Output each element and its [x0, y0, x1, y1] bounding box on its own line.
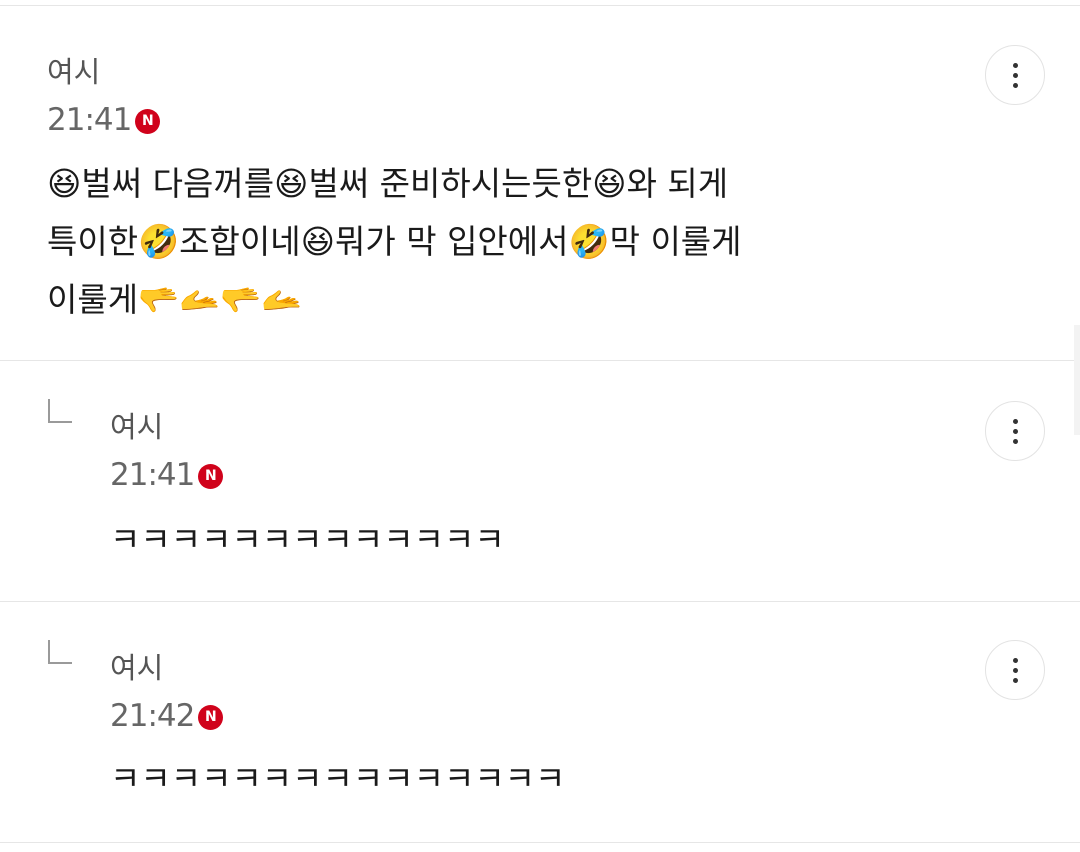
comment-body-line: 😆벌써 다음꺼를😆벌써 준비하시는듯한😆와 되게	[47, 164, 729, 203]
more-vertical-icon	[1012, 62, 1018, 68]
comment-time-row: 21:42 N	[110, 697, 224, 735]
comment-body: ㅋㅋㅋㅋㅋㅋㅋㅋㅋㅋㅋㅋㅋ	[110, 520, 505, 559]
more-vertical-icon-dot	[1012, 72, 1018, 78]
comment-time: 21:41	[47, 102, 132, 138]
comment-author[interactable]: 여시	[110, 650, 163, 686]
more-vertical-icon-dot	[1012, 438, 1018, 444]
more-vertical-icon-dot	[1012, 677, 1018, 683]
comment-time-row: 21:41 N	[47, 101, 161, 139]
reply-comment: 여시 21:42 N ㅋㅋㅋㅋㅋㅋㅋㅋㅋㅋㅋㅋㅋㅋㅋ	[0, 602, 1080, 842]
new-badge: N	[198, 463, 224, 489]
reply-comment: 여시 21:41 N ㅋㅋㅋㅋㅋㅋㅋㅋㅋㅋㅋㅋㅋ	[0, 361, 1080, 601]
more-vertical-icon-dot	[1012, 82, 1018, 88]
comment-time-row: 21:41 N	[110, 456, 224, 494]
comment: 여시 21:41 N 😆벌써 다음꺼를😆벌써 준비하시는듯한😆와 되게 특이한🤣…	[0, 0, 1080, 360]
more-options-button[interactable]	[985, 640, 1045, 700]
more-options-button[interactable]	[985, 401, 1045, 461]
scrollbar[interactable]	[1074, 325, 1080, 435]
reply-arrow-icon	[48, 399, 72, 423]
new-badge: N	[198, 704, 224, 730]
comment-time: 21:41	[110, 457, 195, 493]
comment-body-line: 특이한🤣조합이네😆뭐가 막 입안에서🤣막 이룰게	[47, 222, 742, 261]
comment-body: 😆벌써 다음꺼를😆벌써 준비하시는듯한😆와 되게 특이한🤣조합이네😆뭐가 막 입…	[47, 155, 847, 329]
comment-body-line: 이룰게🫳🫴🫳🫴	[47, 280, 303, 319]
more-vertical-icon-dot	[1012, 667, 1018, 673]
more-vertical-icon	[1012, 657, 1018, 663]
more-options-button[interactable]	[985, 45, 1045, 105]
more-vertical-icon	[1012, 418, 1018, 424]
new-badge: N	[135, 108, 161, 134]
comment-time: 21:42	[110, 698, 195, 734]
comment-author[interactable]: 여시	[47, 54, 100, 90]
comment-body: ㅋㅋㅋㅋㅋㅋㅋㅋㅋㅋㅋㅋㅋㅋㅋ	[110, 759, 566, 798]
comment-author[interactable]: 여시	[110, 409, 163, 445]
more-vertical-icon-dot	[1012, 428, 1018, 434]
comment-divider	[0, 842, 1080, 843]
reply-arrow-icon	[48, 640, 72, 664]
